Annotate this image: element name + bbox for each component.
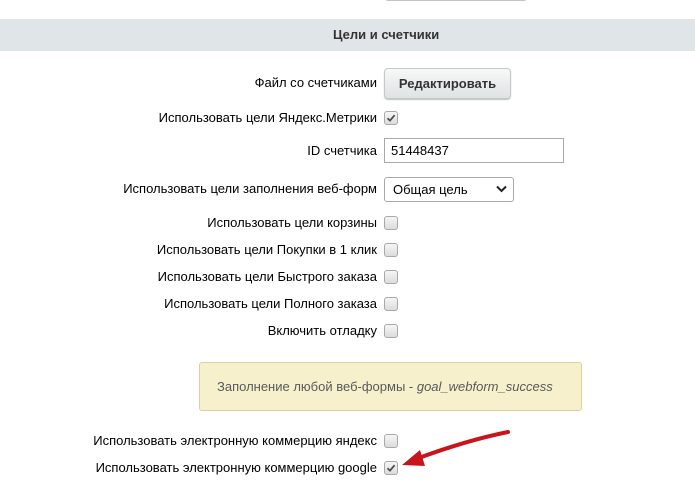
section-title: Цели и счетчики (333, 27, 440, 42)
settings-page: Цели и счетчики Файл со счетчиками Редак… (0, 0, 695, 484)
webform-goals-select[interactable]: Общая цель (384, 177, 514, 202)
ecommerce-yandex-label: Использовать электронную коммерцию яндек… (93, 433, 377, 448)
debug-label: Включить отладку (267, 323, 377, 338)
ecommerce-google-checkbox[interactable] (384, 461, 398, 475)
webform-goal-note: Заполнение любой веб-формы - goal_webfor… (199, 362, 582, 411)
cart-goals-label: Использовать цели корзины (207, 215, 377, 230)
checkmark-icon (386, 464, 396, 472)
edit-button[interactable]: Редактировать (384, 68, 511, 99)
note-text: Заполнение любой веб-формы - (217, 379, 417, 394)
red-arrow-annotation (402, 430, 510, 466)
note-goal-name: goal_webform_success (416, 379, 553, 394)
one-click-goals-label: Использовать цели Покупки в 1 клик (156, 242, 377, 257)
full-order-goals-label: Использовать цели Полного заказа (164, 296, 377, 311)
quick-order-goals-checkbox[interactable] (384, 270, 398, 284)
checkmark-icon (386, 114, 396, 122)
section-header: Цели и счетчики (0, 19, 695, 51)
cart-goals-checkbox[interactable] (384, 216, 398, 230)
webform-goals-selected: Общая цель (393, 182, 468, 197)
use-yandex-goals-checkbox[interactable] (384, 111, 398, 125)
use-yandex-goals-label: Использовать цели Яндекс.Метрики (158, 110, 377, 125)
previous-button-edge[interactable] (385, 0, 527, 1)
ecommerce-yandex-checkbox[interactable] (384, 434, 398, 448)
counter-id-label: ID счетчика (307, 143, 377, 158)
counter-id-input[interactable]: 51448437 (384, 138, 564, 163)
ecommerce-google-label: Использовать электронную коммерцию googl… (95, 460, 377, 475)
full-order-goals-checkbox[interactable] (384, 297, 398, 311)
quick-order-goals-label: Использовать цели Быстрого заказа (157, 269, 377, 284)
webform-goals-label: Использовать цели заполнения веб-форм (123, 181, 377, 196)
one-click-goals-checkbox[interactable] (384, 243, 398, 257)
chevron-down-icon (496, 185, 507, 193)
debug-checkbox[interactable] (384, 324, 398, 338)
counters-file-label: Файл со счетчиками (254, 75, 377, 90)
